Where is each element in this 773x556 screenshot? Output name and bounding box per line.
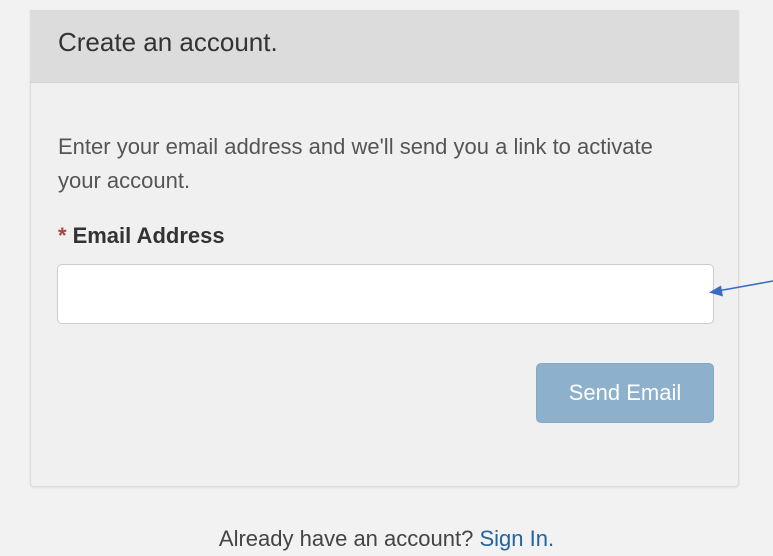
email-label-text: Email Address [72,223,225,248]
signin-prompt: Already have an account? Sign In. [0,526,773,552]
intro-text: Enter your email address and we'll send … [58,134,653,193]
email-field-label: * Email Address [58,223,225,249]
annotation-arrow-icon [709,280,773,297]
send-email-button[interactable]: Send Email [536,363,714,423]
signup-page: Create an account. Enter your email addr… [0,0,773,556]
required-marker: * [58,223,67,248]
panel-title: Create an account. [58,27,278,57]
panel-header: Create an account. [31,10,738,83]
signin-link[interactable]: Sign In. [479,526,554,551]
create-account-panel: Create an account. Enter your email addr… [30,10,739,487]
signin-prompt-text: Already have an account? [218,526,474,551]
email-input[interactable] [57,264,714,324]
